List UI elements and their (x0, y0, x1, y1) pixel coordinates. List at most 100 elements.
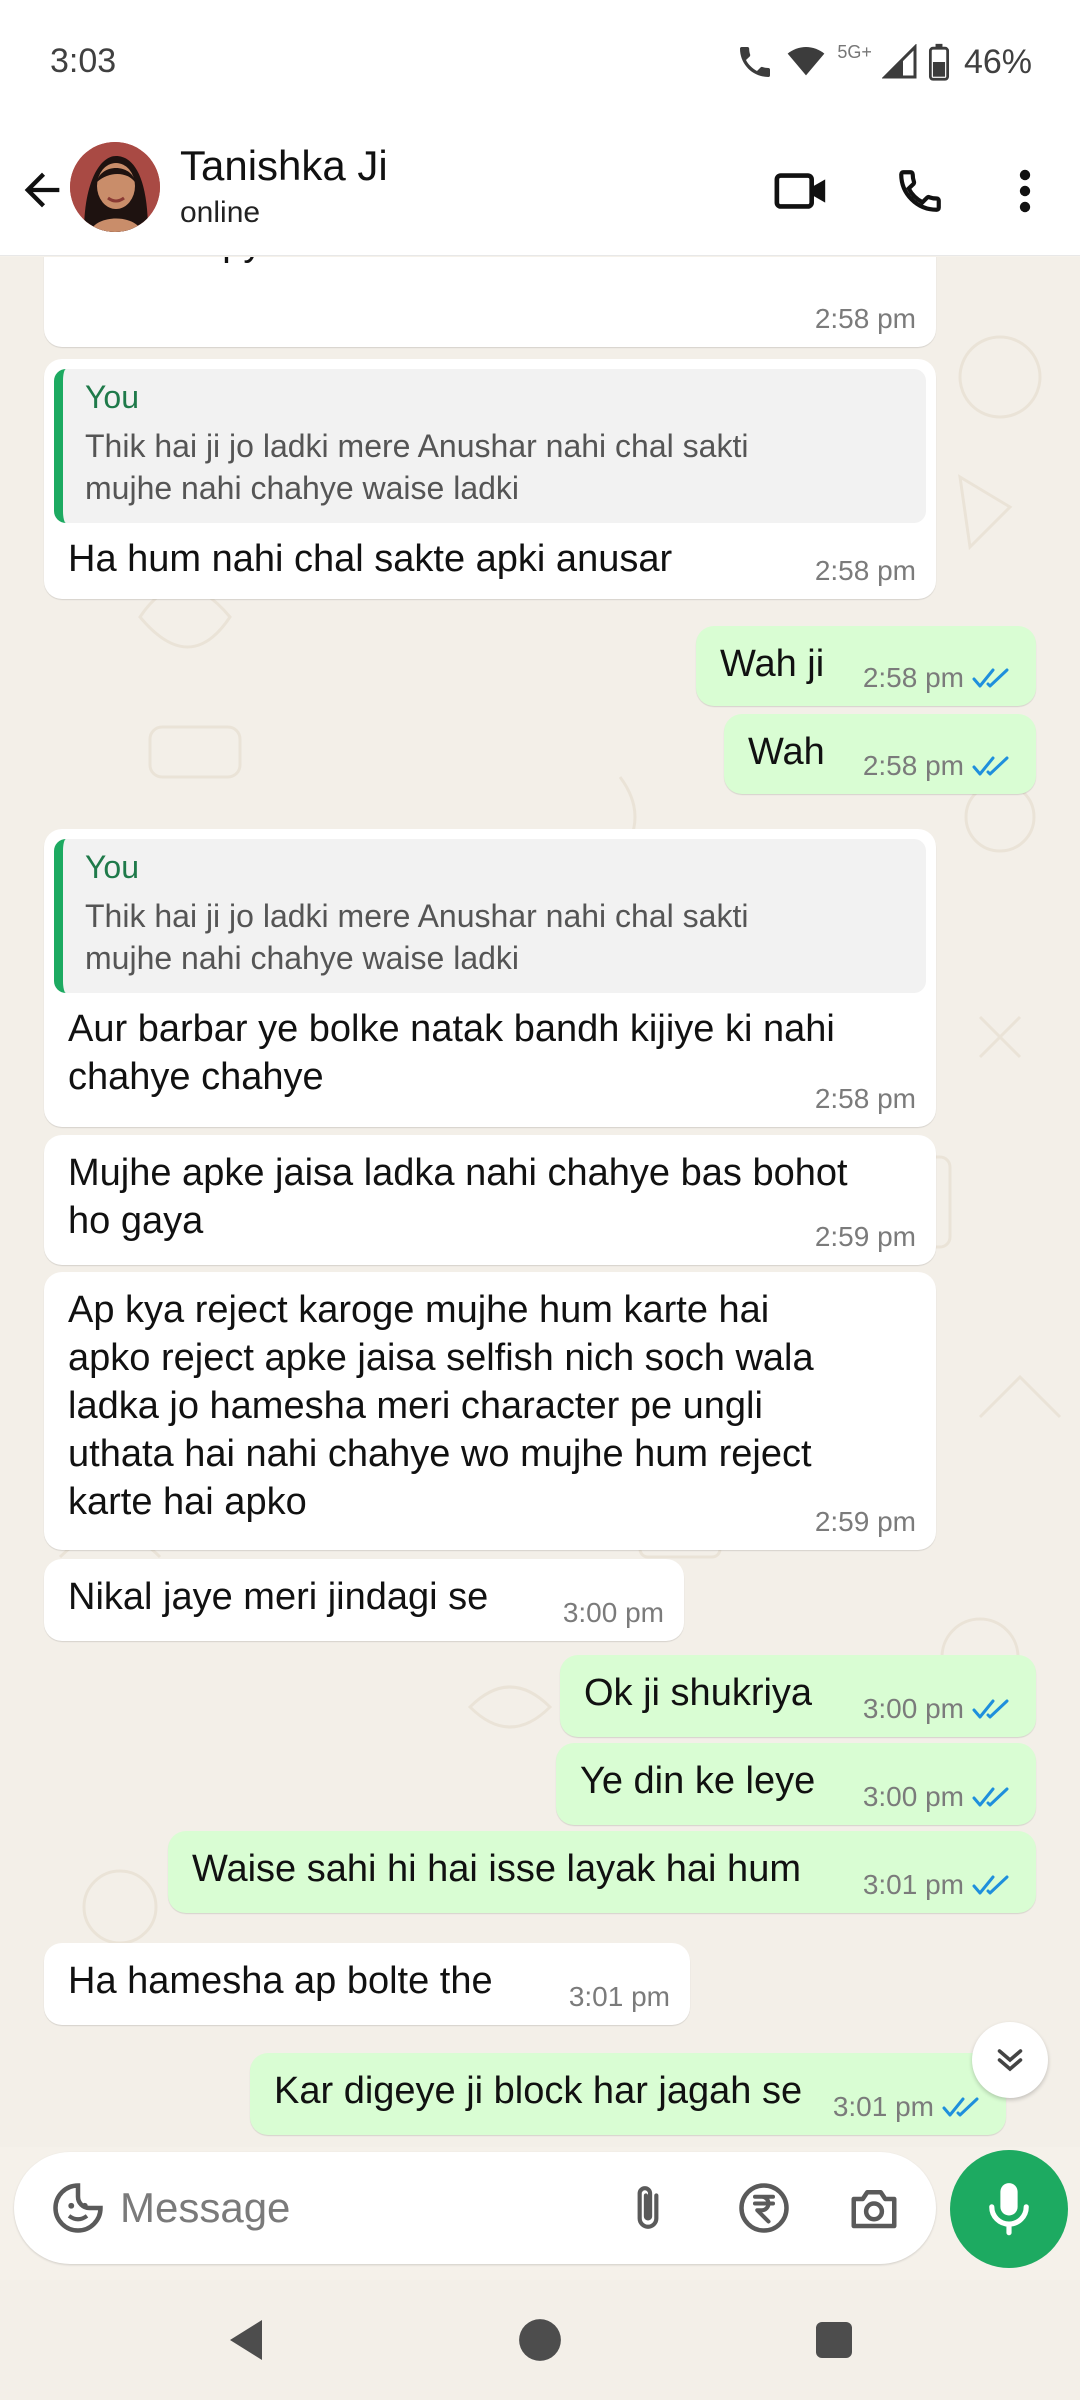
signal-icon (881, 44, 917, 79)
message-text: Mujhe apke jaisa ladka nahi chahye bas b… (68, 1152, 848, 1194)
mic-icon (989, 2183, 1029, 2236)
video-call-icon (774, 173, 826, 209)
message-text: Ha hum nahi chal sakte apki anusar (68, 538, 673, 580)
message-text: Waise sahi hi hai isse layak hai hum (192, 1848, 801, 1890)
battery-percent: 46% (963, 42, 1032, 81)
sticker-icon (53, 2183, 103, 2233)
message-text: Ye din ke leye (580, 1760, 816, 1802)
chat-header: Tanishka Ji online (0, 126, 1080, 256)
read-ticks-icon (972, 666, 1014, 690)
battery-icon (928, 43, 949, 81)
double-chevron-down-icon (997, 2049, 1023, 2072)
message-text: Wah (748, 731, 825, 773)
read-ticks-icon (972, 1873, 1014, 1897)
contact-status: online (180, 196, 261, 229)
attach-button[interactable] (618, 2178, 678, 2238)
camera-icon (851, 2190, 897, 2229)
message-text: Wah ji (720, 643, 825, 685)
incoming-message[interactable]: Ha hamesha ap bolte the 3:01 pm (44, 1943, 690, 2025)
contact-photo (70, 142, 160, 232)
outgoing-message[interactable]: Ok ji shukriya 3:00 pm (560, 1655, 1036, 1737)
incoming-message[interactable]: aysa kar sakta hai wo vi uske sath jisse… (44, 257, 936, 347)
nav-recents-icon (816, 2322, 852, 2358)
quoted-reply[interactable]: You Thik hai ji jo ladki mere Anushar nah… (54, 369, 926, 523)
rupee-payment-icon (739, 2183, 789, 2233)
incoming-message[interactable]: Nikal jaye meri jindagi se 3:00 pm (44, 1559, 684, 1641)
message-input[interactable]: Message (120, 2184, 290, 2232)
message-time: 3:01 pm (568, 1981, 670, 2012)
quote-author: You (85, 849, 139, 885)
incoming-message[interactable]: Ap kya reject karoge mujhe hum karte hai… (44, 1272, 936, 1550)
video-call-button[interactable] (770, 156, 834, 226)
back-arrow-icon (24, 172, 60, 208)
nav-recents-button[interactable] (804, 2310, 864, 2370)
network-type: 5G+ (837, 41, 872, 62)
avatar[interactable] (70, 142, 160, 232)
camera-button[interactable] (844, 2178, 904, 2238)
message-time: 3:00 pm (862, 1781, 964, 1812)
back-button[interactable] (16, 160, 68, 220)
scroll-to-bottom-button[interactable] (972, 2022, 1048, 2098)
message-text: bolta hai pyaar karta hai (68, 257, 474, 267)
incoming-message[interactable]: Mujhe apke jaisa ladka nahi chahye bas b… (44, 1135, 936, 1265)
chat-area[interactable]: aysa kar sakta hai wo vi uske sath jisse… (0, 257, 1080, 2147)
message-time: 3:01 pm (832, 2091, 934, 2122)
sticker-button[interactable] (48, 2178, 108, 2238)
quote-text: mujhe nahi chahye waise ladki (85, 940, 520, 976)
nav-back-icon (230, 2320, 262, 2360)
more-options-button[interactable] (1000, 156, 1050, 226)
message-text: karte hai apko (68, 1481, 307, 1523)
contact-name[interactable]: Tanishka Ji (180, 142, 388, 190)
incoming-message[interactable]: You Thik hai ji jo ladki mere Anushar nah… (44, 359, 936, 599)
nav-home-button[interactable] (510, 2310, 570, 2370)
message-time: 2:58 pm (862, 750, 964, 781)
quote-text: mujhe nahi chahye waise ladki (85, 470, 520, 506)
outgoing-message[interactable]: Ye din ke leye 3:00 pm (556, 1743, 1036, 1825)
message-time: 3:01 pm (862, 1869, 964, 1900)
wifi-call-icon (740, 47, 771, 77)
message-text: apko reject apke jaisa selfish nich soch… (68, 1337, 814, 1379)
nav-home-icon (519, 2319, 561, 2361)
message-composer[interactable]: Message (14, 2152, 936, 2264)
read-ticks-icon (942, 2095, 984, 2119)
nav-back-button[interactable] (216, 2310, 276, 2370)
read-ticks-icon (972, 1785, 1014, 1809)
message-time: 2:59 pm (814, 1221, 916, 1252)
quote-text: Thik hai ji jo ladki mere Anushar nahi c… (85, 428, 749, 464)
message-text: chahye chahye (68, 1056, 324, 1098)
outgoing-message[interactable]: Wah ji 2:58 pm (696, 626, 1036, 706)
message-time: 2:59 pm (814, 1506, 916, 1537)
voice-message-button[interactable] (950, 2150, 1068, 2268)
system-nav-bar (0, 2280, 1080, 2400)
quote-text: Thik hai ji jo ladki mere Anushar nahi c… (85, 898, 749, 934)
voice-call-button[interactable] (888, 156, 952, 226)
message-time: 3:00 pm (862, 1693, 964, 1724)
message-text: Kar digeye ji block har jagah se (274, 2070, 803, 2112)
message-text: Nikal jaye meri jindagi se (68, 1576, 489, 1618)
message-text: Aur barbar ye bolke natak bandh kijiye k… (68, 1008, 835, 1050)
attach-icon (637, 2186, 659, 2229)
quoted-reply[interactable]: You Thik hai ji jo ladki mere Anushar nah… (54, 839, 926, 993)
status-time: 3:03 (50, 42, 117, 80)
payment-button[interactable] (734, 2178, 794, 2238)
incoming-message[interactable]: You Thik hai ji jo ladki mere Anushar nah… (44, 829, 936, 1127)
read-ticks-icon (972, 1697, 1014, 1721)
quote-author: You (85, 379, 139, 415)
message-time: 2:58 pm (814, 555, 916, 586)
outgoing-message[interactable]: Wah 2:58 pm (724, 714, 1036, 794)
message-time: 2:58 pm (862, 662, 964, 693)
status-icons: 5G+ 46% (735, 40, 1032, 84)
message-time: 2:58 pm (814, 1083, 916, 1114)
outgoing-message[interactable]: Kar digeye ji block har jagah se 3:01 pm (250, 2053, 1006, 2135)
message-time: 2:58 pm (814, 303, 916, 334)
voice-call-icon (899, 170, 941, 212)
message-text: uthata hai nahi chahye wo mujhe hum reje… (68, 1433, 812, 1475)
message-text: Ap kya reject karoge mujhe hum karte hai (68, 1289, 770, 1331)
more-options-icon (1019, 169, 1031, 213)
wifi-icon (788, 47, 825, 76)
status-bar: 3:03 5G+ 46% (0, 0, 1080, 126)
message-text: Ok ji shukriya (584, 1672, 813, 1714)
outgoing-message[interactable]: Waise sahi hi hai isse layak hai hum 3:01… (168, 1831, 1036, 1913)
message-time: 3:00 pm (562, 1597, 664, 1628)
message-text: Ha hamesha ap bolte the (68, 1960, 493, 2002)
